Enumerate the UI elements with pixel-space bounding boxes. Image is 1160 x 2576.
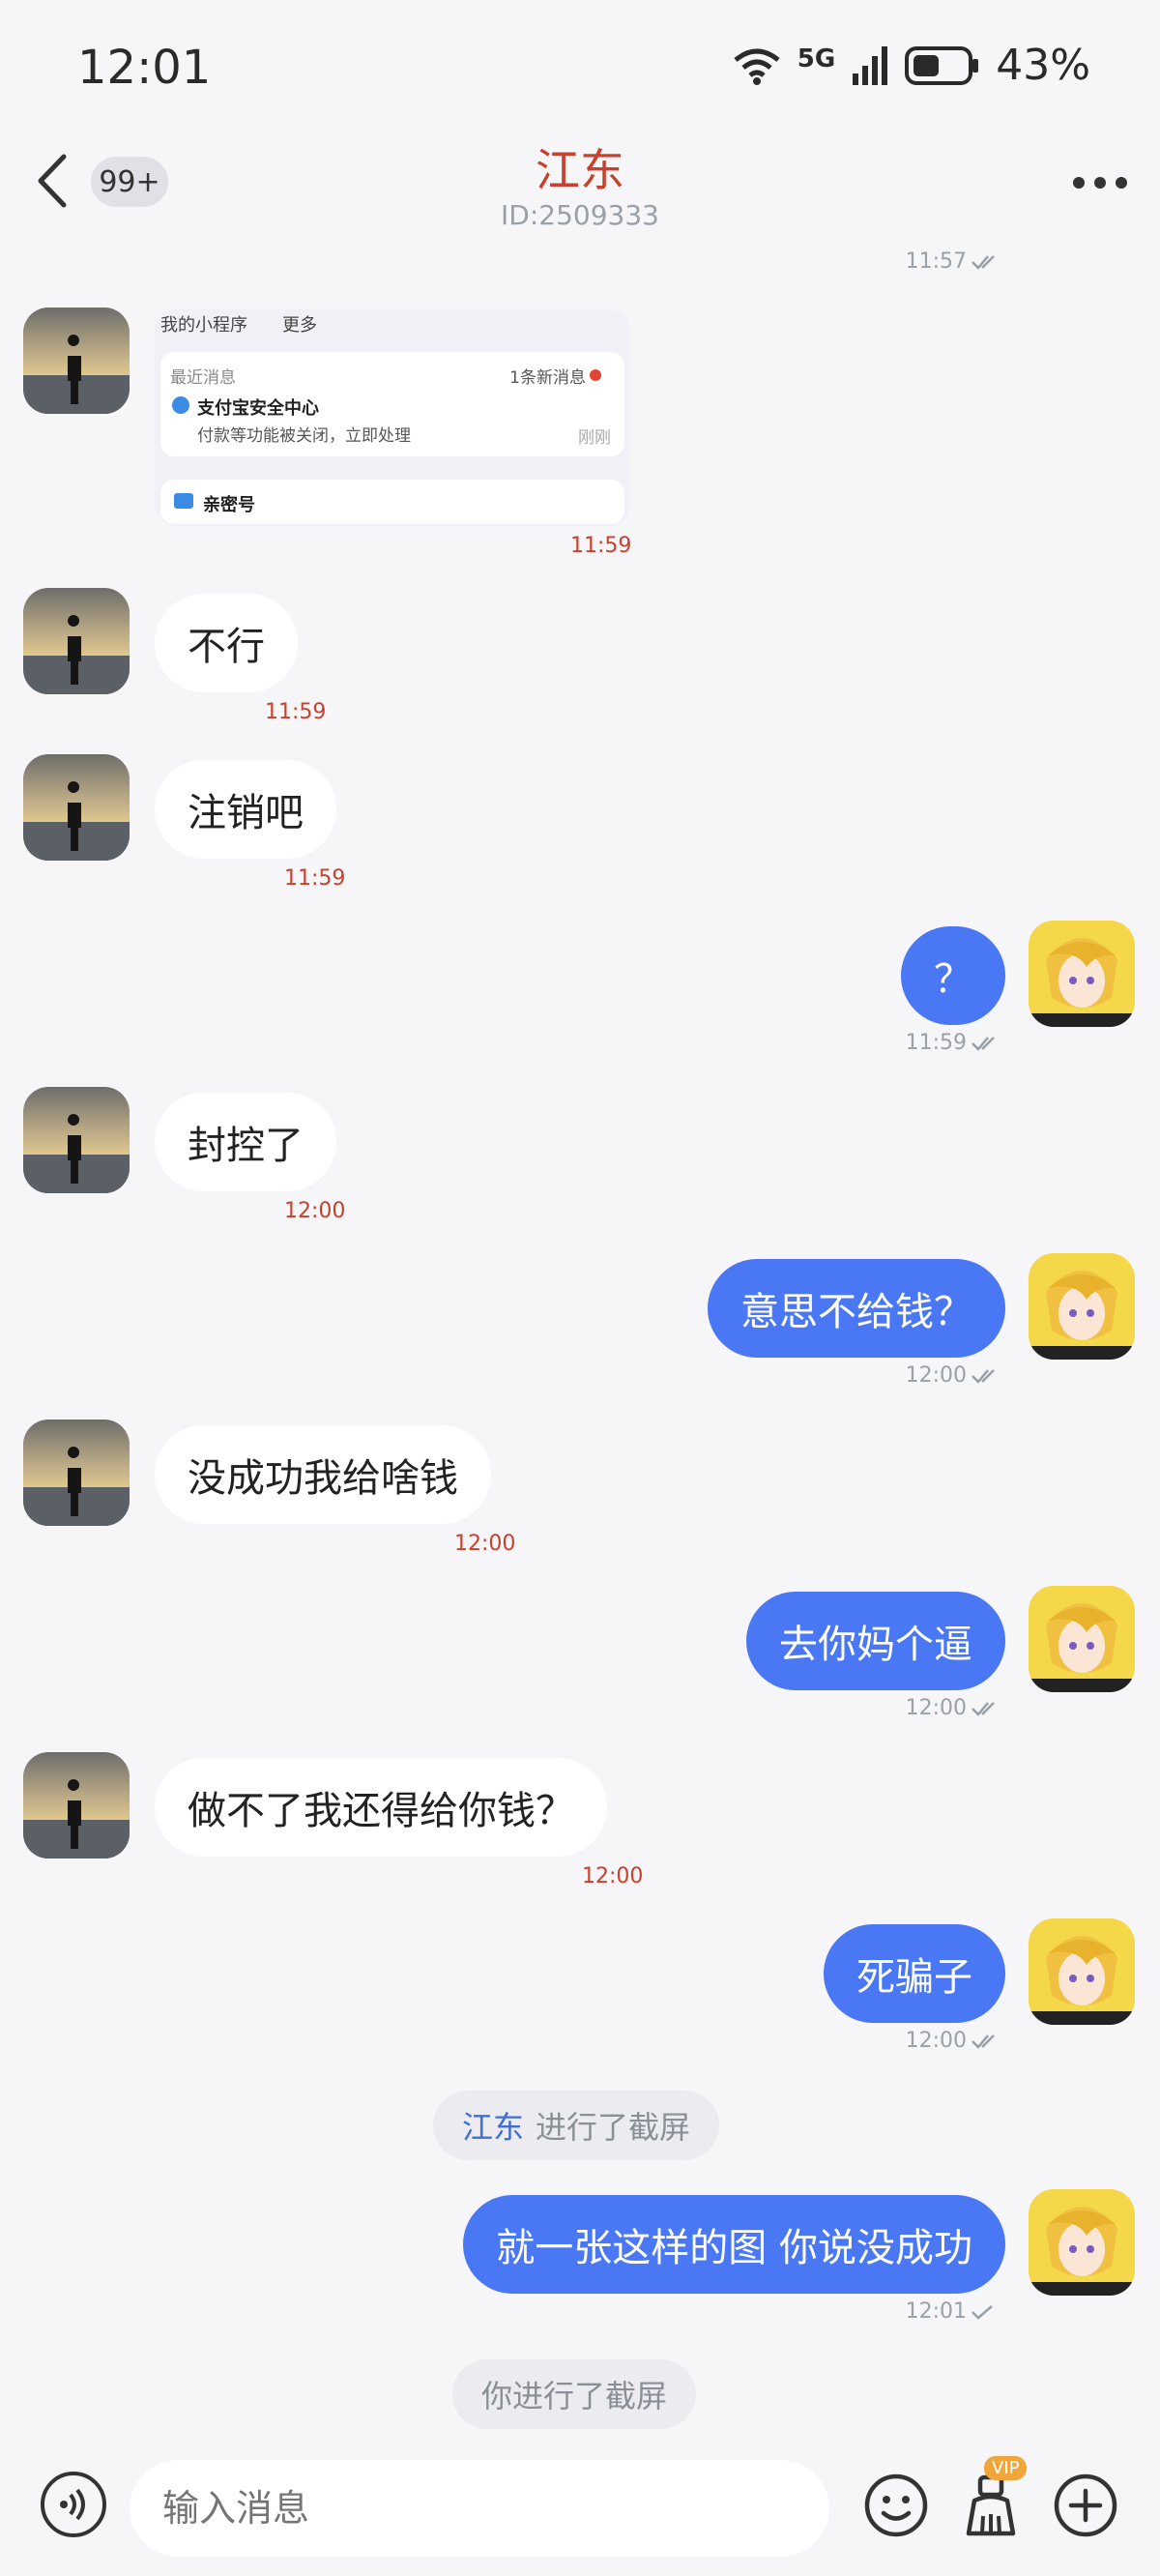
broom-icon xyxy=(966,2474,1016,2536)
check-icon xyxy=(972,1368,995,1384)
message-time: 11:59 xyxy=(570,534,632,558)
message-time: 12:00 xyxy=(454,1532,516,1556)
emoji-button[interactable] xyxy=(862,2472,930,2539)
network-label: 5G xyxy=(797,44,836,73)
message-time: 12:01 xyxy=(906,2299,1000,2324)
voice-button[interactable] xyxy=(41,2472,106,2537)
message-time: 11:59 xyxy=(265,700,327,724)
user-avatar[interactable] xyxy=(1029,1253,1135,1360)
message-time: 12:00 xyxy=(906,2029,1000,2053)
check-icon xyxy=(972,254,995,270)
outgoing-message-bubble[interactable]: 死骗子 xyxy=(824,1924,1005,2023)
message-time: 12:00 xyxy=(582,1864,644,1888)
more-icon xyxy=(1073,177,1085,189)
wifi-icon xyxy=(734,48,780,85)
incoming-message-bubble[interactable]: 没成功我给啥钱 xyxy=(155,1425,491,1524)
contact-avatar[interactable] xyxy=(23,1752,130,1859)
vip-badge: VIP xyxy=(984,2456,1028,2480)
user-avatar[interactable] xyxy=(1029,2189,1135,2296)
battery-icon xyxy=(905,45,979,85)
user-avatar[interactable] xyxy=(1029,1918,1135,2025)
more-button[interactable] xyxy=(1073,168,1131,197)
contact-avatar[interactable] xyxy=(23,754,130,861)
outgoing-message-bubble[interactable]: 去你妈个逼 xyxy=(746,1592,1005,1690)
message-time: 12:00 xyxy=(906,1363,1000,1388)
contact-avatar[interactable] xyxy=(23,1087,130,1193)
recent-message-panel: 最近消息 1条新消息 支付宝安全中心 付款等功能被关闭，立即处理 刚刚 xyxy=(160,352,624,456)
incoming-message-bubble[interactable]: 做不了我还得给你钱？ xyxy=(155,1758,607,1857)
check-icon xyxy=(972,1701,995,1716)
contact-avatar[interactable] xyxy=(23,588,130,694)
message-time: 12:00 xyxy=(284,1199,346,1223)
chat-subtitle: ID:2509333 xyxy=(501,199,659,231)
incoming-message-bubble[interactable]: 封控了 xyxy=(155,1093,336,1191)
incoming-message-bubble[interactable]: 注销吧 xyxy=(155,760,336,859)
contact-avatar[interactable] xyxy=(23,307,130,414)
battery-percent: 43% xyxy=(996,41,1090,90)
message-input[interactable] xyxy=(130,2460,829,2557)
voice-icon xyxy=(60,2488,85,2521)
check-icon xyxy=(972,1036,995,1051)
message-time: 12:00 xyxy=(906,1696,1000,1720)
outgoing-message-bubble[interactable]: ？ xyxy=(901,926,1005,1025)
shield-icon xyxy=(172,396,189,414)
red-dot-icon xyxy=(590,369,601,381)
user-avatar[interactable] xyxy=(1029,1586,1135,1692)
intimate-row: 亲密号 xyxy=(160,480,624,524)
screenshot-notice: 你进行了截屏 xyxy=(452,2359,697,2429)
emoji-icon xyxy=(864,2474,928,2537)
outgoing-message-bubble[interactable]: 就一张这样的图 你说没成功 xyxy=(463,2195,1005,2294)
signal-icon xyxy=(853,45,888,85)
check-icon xyxy=(972,2034,995,2049)
check-icon xyxy=(972,2304,993,2320)
message-time: 11:57 xyxy=(906,249,1000,274)
chat-title: 江东 xyxy=(536,144,624,196)
outgoing-message-bubble[interactable]: 意思不给钱？ xyxy=(708,1259,1005,1358)
shared-screenshot-card[interactable]: 我的小程序 更多 最近消息 1条新消息 支付宝安全中心 付款等功能被关闭，立即处理… xyxy=(155,309,630,526)
incoming-message-bubble[interactable]: 不行 xyxy=(155,594,298,692)
plus-icon xyxy=(1054,2474,1117,2537)
status-time: 12:01 xyxy=(77,41,212,95)
notice-contact-name[interactable]: 江东 xyxy=(462,2103,524,2148)
user-avatar[interactable] xyxy=(1029,921,1135,1027)
screenshot-notice: 江东 进行了截屏 xyxy=(433,2091,720,2160)
contact-avatar[interactable] xyxy=(23,1420,130,1526)
hat-icon xyxy=(174,493,193,509)
clean-button[interactable] xyxy=(957,2472,1025,2539)
message-time: 11:59 xyxy=(284,866,346,891)
status-icons: 5G 43% xyxy=(732,41,1090,90)
message-time: 11:59 xyxy=(906,1031,1000,1055)
plus-button[interactable] xyxy=(1052,2472,1119,2539)
